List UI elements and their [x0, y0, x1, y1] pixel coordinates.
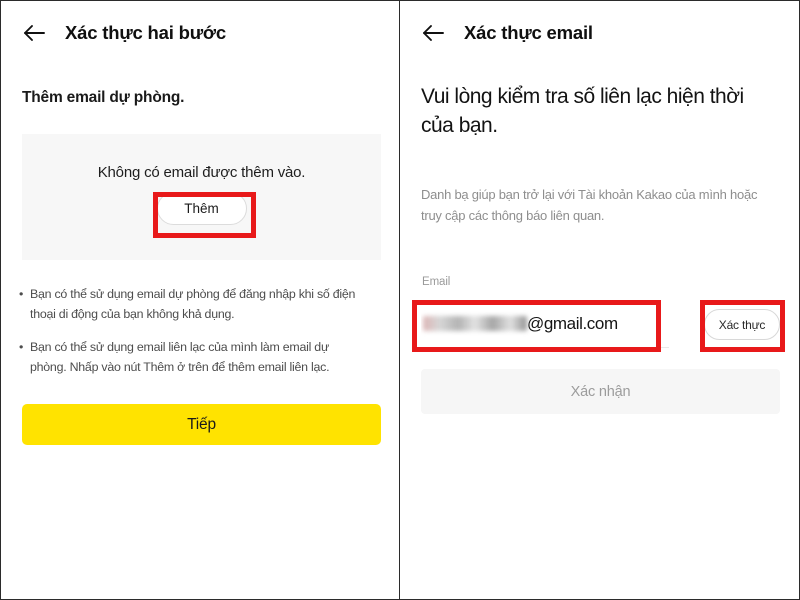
info-bullet-1: Bạn có thể sử dụng email dự phòng để đăn… [19, 285, 367, 324]
confirm-button[interactable]: Xác nhận [421, 369, 780, 414]
email-field-label: Email [422, 276, 451, 288]
redacted-email-blur [423, 316, 527, 331]
empty-email-card: Không có email được thêm vào. Thêm [22, 134, 381, 260]
arrow-left-icon[interactable] [21, 20, 47, 46]
left-page-title: Xác thực hai bước [65, 22, 226, 43]
screen-two-step-verification: Xác thực hai bước Thêm email dự phòng. K… [1, 1, 399, 599]
continue-button[interactable]: Tiếp [22, 404, 381, 445]
info-bullet-list: Bạn có thể sử dụng email dự phòng để đăn… [19, 285, 367, 391]
tutorial-screenshot-pair: Xác thực hai bước Thêm email dự phòng. K… [0, 0, 800, 600]
right-page-title: Xác thực email [464, 22, 593, 43]
verify-email-button[interactable]: Xác thực [704, 309, 780, 340]
left-subtitle: Thêm email dự phòng. [22, 89, 185, 106]
right-description: Danh bạ giúp bạn trở lại với Tài khoản K… [421, 187, 758, 224]
email-value: @gmail.com [421, 314, 618, 334]
email-input[interactable]: @gmail.com [421, 300, 669, 348]
add-email-button[interactable]: Thêm [156, 192, 247, 225]
right-app-bar: Xác thực email [400, 1, 799, 65]
arrow-left-icon[interactable] [420, 20, 446, 46]
email-domain-suffix: @gmail.com [527, 313, 618, 333]
empty-email-message: Không có email được thêm vào. [97, 164, 306, 181]
screen-email-verification: Xác thực email Vui lòng kiểm tra số liên… [399, 1, 799, 599]
right-heading: Vui lòng kiểm tra số liên lạc hiện thời … [421, 85, 744, 137]
info-bullet-2: Bạn có thể sử dụng email liên lạc của mì… [19, 338, 367, 377]
left-app-bar: Xác thực hai bước [1, 1, 399, 65]
email-field-row: @gmail.com Xác thực [421, 300, 780, 348]
